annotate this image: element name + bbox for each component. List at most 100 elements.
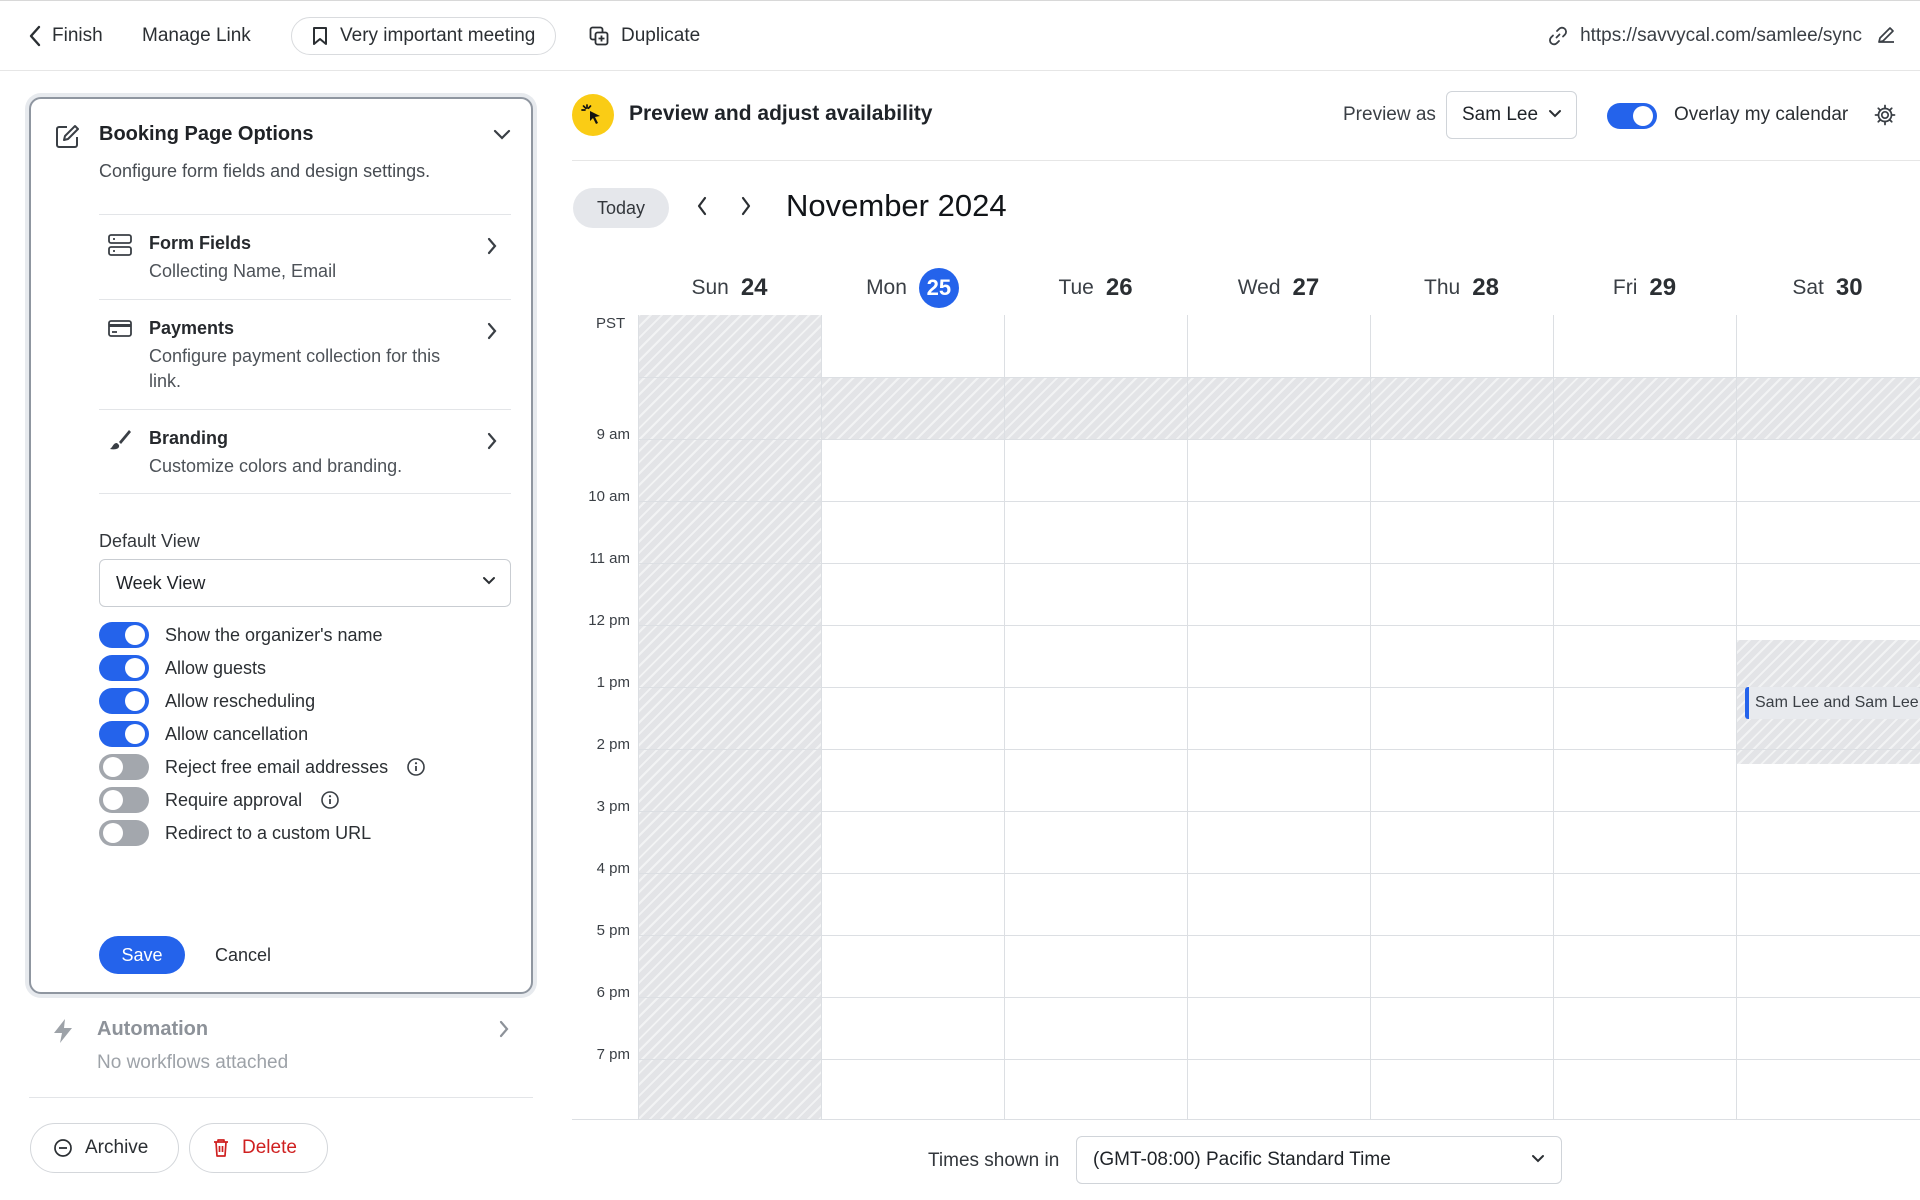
day-name: Wed	[1237, 276, 1281, 299]
gear-icon[interactable]	[1874, 104, 1896, 126]
hour-line	[638, 749, 1920, 750]
calendar-grid[interactable]: 9 am 10 am 11 am 12 pm 1 pm 2 pm 3 pm 4 …	[572, 315, 1920, 1119]
time-label: 9 am	[596, 426, 630, 443]
toggle-switch[interactable]	[99, 655, 149, 681]
hour-line	[638, 997, 1920, 998]
option-form-fields[interactable]: Form Fields Collecting Name, Email	[99, 214, 511, 299]
day-name: Fri	[1612, 276, 1638, 299]
times-shown-label: Times shown in	[928, 1150, 1060, 1171]
delete-label: Delete	[242, 1137, 297, 1158]
toggle-switch[interactable]	[99, 721, 149, 747]
booking-options-subtitle: Configure form fields and design setting…	[99, 161, 431, 181]
automation-title: Automation	[97, 1018, 209, 1040]
chevron-right-icon[interactable]	[740, 196, 752, 216]
day-column-line	[1187, 315, 1188, 1119]
option-branding[interactable]: Branding Customize colors and branding.	[99, 409, 511, 494]
day-column-line	[1004, 315, 1005, 1119]
day-header-sun: Sun 24	[638, 268, 821, 308]
manage-link-button[interactable]: Manage Link	[142, 1, 251, 71]
time-label: 6 pm	[596, 984, 630, 1001]
option-title: Payments	[149, 318, 235, 338]
bookmark-icon	[312, 26, 328, 46]
day-number: 30	[1835, 274, 1863, 301]
save-button[interactable]: Save	[99, 936, 185, 974]
booking-page-options-card: Booking Page Options Configure form fiel…	[29, 97, 533, 994]
day-number: 29	[1649, 274, 1677, 301]
chevron-left-icon[interactable]	[696, 196, 708, 216]
toggle-switch[interactable]	[99, 820, 149, 846]
month-title: November 2024	[786, 188, 1007, 223]
toggle-row-show-organizer[interactable]: Show the organizer's name	[99, 622, 383, 648]
link-url-text: https://savvycal.com/samlee/sync	[1580, 25, 1862, 46]
toggle-switch[interactable]	[99, 688, 149, 714]
default-view-select[interactable]: Week View	[99, 559, 511, 607]
automation-section[interactable]: Automation No workflows attached	[29, 1010, 533, 1100]
divider	[572, 1119, 1920, 1120]
day-column-line	[1553, 315, 1554, 1119]
chevron-left-icon	[28, 25, 42, 47]
toggle-row-allow-guests[interactable]: Allow guests	[99, 655, 266, 681]
chevron-down-icon	[1531, 1154, 1545, 1164]
toggle-switch[interactable]	[99, 754, 149, 780]
hour-line	[638, 811, 1920, 812]
duplicate-button[interactable]: Duplicate	[589, 1, 700, 71]
time-label: 3 pm	[596, 798, 630, 815]
day-name: Thu	[1424, 276, 1461, 299]
chevron-down-icon	[1548, 109, 1562, 119]
hour-line	[638, 687, 1920, 688]
day-name: Tue	[1058, 276, 1094, 299]
cancel-button[interactable]: Cancel	[215, 936, 271, 974]
toggle-row-redirect-url[interactable]: Redirect to a custom URL	[99, 820, 371, 846]
option-payments[interactable]: Payments Configure payment collection fo…	[99, 299, 511, 409]
preview-as-select[interactable]: Sam Lee	[1446, 91, 1577, 139]
info-icon[interactable]	[406, 757, 426, 777]
timezone-abbr: PST	[596, 315, 626, 332]
delete-button[interactable]: Delete	[189, 1123, 328, 1173]
archive-icon	[53, 1138, 73, 1158]
meeting-title-pill[interactable]: Very important meeting	[291, 17, 557, 55]
time-label: 4 pm	[596, 860, 630, 877]
day-name: Sun	[691, 276, 729, 299]
toggle-row-reject-free-email[interactable]: Reject free email addresses	[99, 754, 426, 780]
day-header-sat: Sat 30	[1736, 268, 1919, 308]
day-number: 26	[1105, 274, 1133, 301]
timezone-value: (GMT-08:00) Pacific Standard Time	[1093, 1149, 1391, 1170]
option-description: Configure payment collection for this li…	[149, 346, 441, 391]
divider	[29, 1097, 533, 1098]
duplicate-icon	[589, 26, 609, 46]
hour-line	[638, 377, 1920, 378]
option-title: Form Fields	[149, 233, 252, 253]
time-label: 2 pm	[596, 736, 630, 753]
toggle-row-require-approval[interactable]: Require approval	[99, 787, 340, 813]
hour-line	[638, 563, 1920, 564]
archive-button[interactable]: Archive	[30, 1123, 179, 1173]
top-bar: Finish Manage Link Very important meetin…	[0, 0, 1920, 71]
day-column-line	[1370, 315, 1371, 1119]
option-title: Branding	[149, 428, 228, 448]
today-button[interactable]: Today	[573, 188, 669, 228]
toggle-switch[interactable]	[99, 622, 149, 648]
edit-form-icon	[55, 123, 81, 149]
toggle-switch[interactable]	[99, 787, 149, 813]
calendar-event[interactable]: Sam Lee and Sam Lee,	[1745, 687, 1920, 719]
toggle-row-allow-rescheduling[interactable]: Allow rescheduling	[99, 688, 315, 714]
chevron-right-icon	[487, 322, 497, 340]
toggle-label: Reject free email addresses	[165, 756, 389, 777]
day-name: Sat	[1792, 276, 1824, 299]
overlay-calendar-toggle[interactable]	[1607, 103, 1657, 129]
divider	[572, 160, 1920, 161]
form-fields-icon	[107, 233, 133, 257]
preview-as-label: Preview as	[1343, 104, 1436, 125]
option-description: Customize colors and branding.	[149, 456, 403, 476]
pencil-icon[interactable]	[1876, 25, 1896, 45]
link-url[interactable]: https://savvycal.com/samlee/sync	[1548, 1, 1862, 71]
finish-label: Finish	[52, 25, 103, 46]
finish-button[interactable]: Finish	[28, 1, 103, 71]
info-icon[interactable]	[320, 790, 340, 810]
timezone-select[interactable]: (GMT-08:00) Pacific Standard Time	[1076, 1136, 1562, 1184]
preview-title: Preview and adjust availability	[629, 102, 933, 125]
toggle-row-allow-cancellation[interactable]: Allow cancellation	[99, 721, 308, 747]
chevron-right-icon	[487, 237, 497, 255]
hour-line	[638, 1059, 1920, 1060]
archive-label: Archive	[85, 1137, 149, 1158]
